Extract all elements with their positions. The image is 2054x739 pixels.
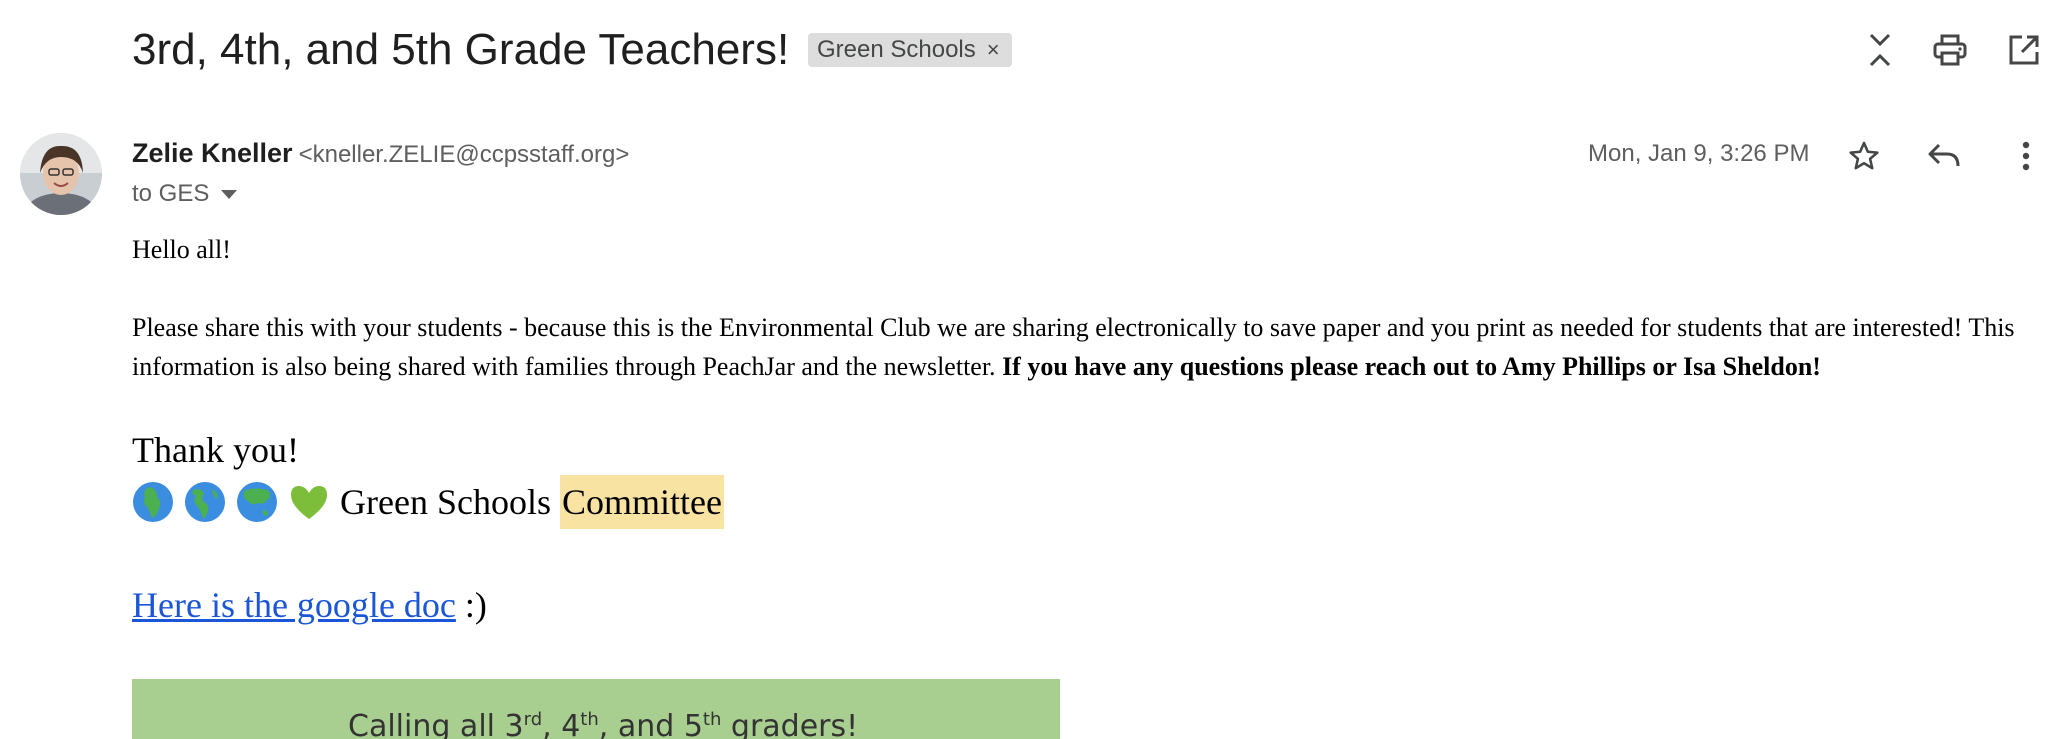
sender-name[interactable]: Zelie Kneller [132, 138, 293, 168]
star-icon[interactable] [1844, 136, 1884, 176]
recipients-line: to GES [132, 178, 238, 210]
remove-label-icon[interactable]: × [987, 37, 1000, 63]
doc-link-suffix: :) [455, 585, 487, 625]
open-new-window-icon[interactable] [2004, 30, 2044, 70]
flyer-text-part: , 4 [542, 709, 581, 739]
doc-link-line: Here is the google doc :) [132, 579, 2032, 631]
flyer-sup: rd [523, 709, 543, 730]
flyer-sup: th [702, 709, 722, 730]
print-icon[interactable] [1930, 30, 1970, 70]
more-vert-icon[interactable] [2006, 136, 2046, 176]
label-chip-text: Green Schools [817, 36, 976, 63]
flyer-sup: th [580, 709, 599, 730]
body-paragraph-bold: If you have any questions please reach o… [1002, 352, 1821, 381]
flyer-text-part: , and 5 [598, 709, 703, 739]
sender-line: Zelie Kneller <kneller.ZELIE@ccpsstaff.or… [132, 134, 629, 174]
collapse-all-icon[interactable] [1862, 30, 1898, 70]
globe-africa-icon [132, 481, 174, 523]
thanks-text: Thank you! [132, 430, 299, 470]
flyer-image[interactable]: Calling all 3rd, 4th, and 5th graders! [132, 679, 1060, 739]
signature: Green Schools Committee [132, 475, 2032, 529]
sender-email: <kneller.ZELIE@ccpsstaff.org> [298, 141, 630, 168]
flyer-text-part: graders! [721, 709, 859, 739]
signature-text: Green Schools [340, 482, 551, 522]
signature-highlight: Committee [559, 475, 724, 529]
body-paragraph: Please share this with your students - b… [132, 308, 2032, 386]
label-chip-green-schools[interactable]: Green Schools × [808, 33, 1012, 67]
email-body: Hello all! Please share this with your s… [132, 230, 2032, 631]
greeting-text: Hello all! [132, 235, 231, 264]
flyer-text-part: Calling all 3 [348, 709, 524, 739]
green-heart-icon [288, 481, 330, 523]
flyer-heading: Calling all 3rd, 4th, and 5th graders! [348, 709, 858, 739]
google-doc-link[interactable]: Here is the google doc [132, 585, 456, 625]
globe-americas-icon [184, 481, 226, 523]
recipients-text: to GES [132, 180, 210, 207]
globe-asia-icon [236, 481, 278, 523]
sender-avatar[interactable] [20, 133, 102, 215]
email-date: Mon, Jan 9, 3:26 PM [1588, 140, 1810, 167]
email-subject: 3rd, 4th, and 5th Grade Teachers! [132, 25, 790, 74]
show-details-caret-icon[interactable] [221, 189, 238, 199]
reply-icon[interactable] [1924, 136, 1964, 176]
